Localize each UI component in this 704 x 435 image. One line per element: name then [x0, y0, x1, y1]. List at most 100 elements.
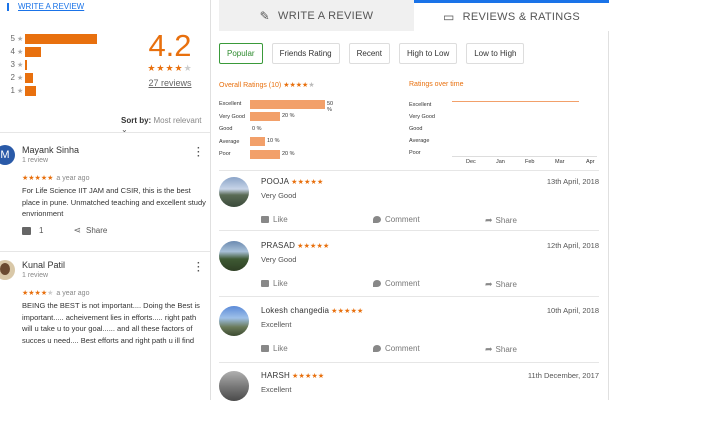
trend-line: [452, 101, 579, 102]
reviewer-name[interactable]: HARSH ★★★★★: [261, 371, 324, 380]
like-button[interactable]: Like: [261, 344, 288, 353]
filter-low-high-button[interactable]: Low to High: [466, 43, 525, 64]
reviewer-name[interactable]: POOJA ★★★★★: [261, 177, 324, 186]
thumbs-up-icon: [261, 216, 269, 223]
rating-bar: [250, 137, 265, 147]
review-item: Lokesh changedia ★★★★★ 10th April, 2018 E…: [219, 306, 599, 370]
review-rating-label: Excellent: [261, 320, 292, 329]
average-score: 4.2: [148, 28, 192, 63]
rating-bar: [250, 149, 280, 159]
share-button[interactable]: Share: [86, 226, 107, 235]
histogram-row-4: 4 ★: [4, 45, 105, 58]
review-item: HARSH ★★★★★ 11th December, 2017 Excellent: [219, 371, 599, 435]
review-date: 12th April, 2018: [546, 241, 599, 250]
comment-icon: [373, 280, 381, 287]
share-button[interactable]: ➦ Share: [485, 215, 517, 226]
divider: [219, 170, 599, 171]
tab-bar: ✎ WRITE A REVIEW ▭ REVIEWS & RATINGS: [219, 0, 609, 31]
review-stars: ★★★★★: [291, 179, 324, 186]
divider: [219, 362, 599, 363]
reviews-ratings-panel: ✎ WRITE A REVIEW ▭ REVIEWS & RATINGS Pop…: [211, 0, 609, 401]
comment-button[interactable]: Comment: [373, 215, 420, 224]
comment-icon: [373, 345, 381, 352]
overall-ratings-chart: Excellent 50 % Very Good 20 % Good 0 % A…: [219, 98, 334, 161]
like-button[interactable]: Like: [261, 279, 288, 288]
avatar: M: [0, 145, 15, 165]
reviewer-name[interactable]: Kunal Patil: [22, 260, 65, 270]
rating-histogram: 5 ★ 4 ★ 3 ★ 2 ★ 1 ★: [4, 32, 105, 97]
histogram-bar: [25, 59, 27, 70]
review-rating-label: Excellent: [261, 385, 292, 394]
histogram-bar: [25, 85, 36, 96]
page-margin: [609, 0, 704, 400]
avatar: [0, 260, 15, 280]
more-options-icon[interactable]: · · ·: [197, 144, 200, 162]
histogram-row-3: 3 ★: [4, 58, 105, 71]
comment-button[interactable]: Comment: [373, 279, 420, 288]
filter-high-low-button[interactable]: High to Low: [398, 43, 458, 64]
rating-bar-row: Poor 20 %: [219, 149, 295, 159]
reviewer-name[interactable]: PRASAD ★★★★★: [261, 241, 330, 250]
thumbs-up-icon: [261, 345, 269, 352]
review-stars: ★★★★★: [297, 243, 330, 250]
pencil-icon: ✎: [259, 8, 271, 23]
review-text: BEING the BEST is not important.... Doin…: [22, 301, 200, 345]
filter-bar: Popular Friends Rating Recent High to Lo…: [219, 43, 525, 64]
histogram-bar: [25, 46, 41, 57]
filter-friends-button[interactable]: Friends Rating: [271, 43, 340, 64]
chart-axis: [452, 98, 597, 157]
tab-write-review[interactable]: ✎ WRITE A REVIEW: [219, 0, 414, 31]
histogram-row-1: 1 ★: [4, 84, 105, 97]
filter-recent-button[interactable]: Recent: [348, 43, 390, 64]
more-options-icon[interactable]: · · ·: [197, 259, 200, 277]
thumbs-up-icon: [261, 280, 269, 287]
average-rating: 4.2 ★★★★★ 27 reviews: [140, 28, 200, 89]
average-stars: ★★★★★: [147, 63, 193, 73]
write-review-link[interactable]: WRITE A REVIEW: [7, 2, 84, 11]
thumbs-up-icon[interactable]: [22, 226, 31, 235]
avatar: [219, 306, 249, 336]
avatar: [219, 177, 249, 207]
like-button[interactable]: Like: [261, 215, 288, 224]
rating-bar: [250, 99, 325, 109]
filter-popular-button[interactable]: Popular: [219, 43, 263, 64]
review-date: 13th April, 2018: [546, 177, 599, 186]
comment-icon: [373, 216, 381, 223]
review-text: For Life Science IIT JAM and CSIR, this …: [22, 186, 206, 219]
share-icon[interactable]: ⋖: [73, 225, 81, 236]
histogram-row-2: 2 ★: [4, 71, 105, 84]
pencil-icon: [7, 2, 12, 11]
divider: [0, 132, 210, 133]
histogram-bar: [25, 33, 97, 44]
comment-button[interactable]: Comment: [373, 344, 420, 353]
reviewer-count: 1 review: [22, 272, 49, 279]
avatar: [219, 371, 249, 401]
review-item: POOJA ★★★★★ 13th April, 2018 Very Good Li…: [219, 177, 599, 241]
review-stars: ★★★★★ a year ago: [22, 175, 90, 182]
tab-reviews-ratings[interactable]: ▭ REVIEWS & RATINGS: [414, 0, 609, 31]
divider: [219, 230, 599, 231]
share-button[interactable]: ➦ Share: [485, 279, 517, 290]
ratings-over-time-chart: Excellent Very Good Good Average Poor De…: [409, 98, 599, 165]
star-icon: ★: [17, 61, 24, 69]
star-icon: ★: [17, 35, 24, 43]
like-count: 1: [39, 226, 44, 235]
star-icon: ★: [17, 87, 24, 95]
review-count-link[interactable]: 27 reviews: [140, 78, 200, 88]
rating-bar-row: Average 10 %: [219, 137, 280, 147]
rating-bar: [250, 112, 280, 122]
review-rating-label: Very Good: [261, 255, 297, 264]
reviewer-name[interactable]: Mayank Sinha: [22, 145, 79, 155]
rating-bar-row: Excellent 50 %: [219, 99, 334, 113]
rating-bar-row: Good 0 %: [219, 125, 262, 133]
reviewer-name[interactable]: Lokesh changedia ★★★★★: [261, 306, 364, 315]
comment-icon: ▭: [443, 10, 455, 24]
divider: [219, 296, 599, 297]
review-date: 11th December, 2017: [527, 371, 599, 380]
ratings-over-time-title: Ratings over time: [409, 81, 464, 88]
histogram-bar: [25, 72, 33, 83]
divider: [0, 251, 210, 252]
share-icon: ➦: [485, 344, 493, 354]
avatar: [219, 241, 249, 271]
share-button[interactable]: ➦ Share: [485, 344, 517, 355]
